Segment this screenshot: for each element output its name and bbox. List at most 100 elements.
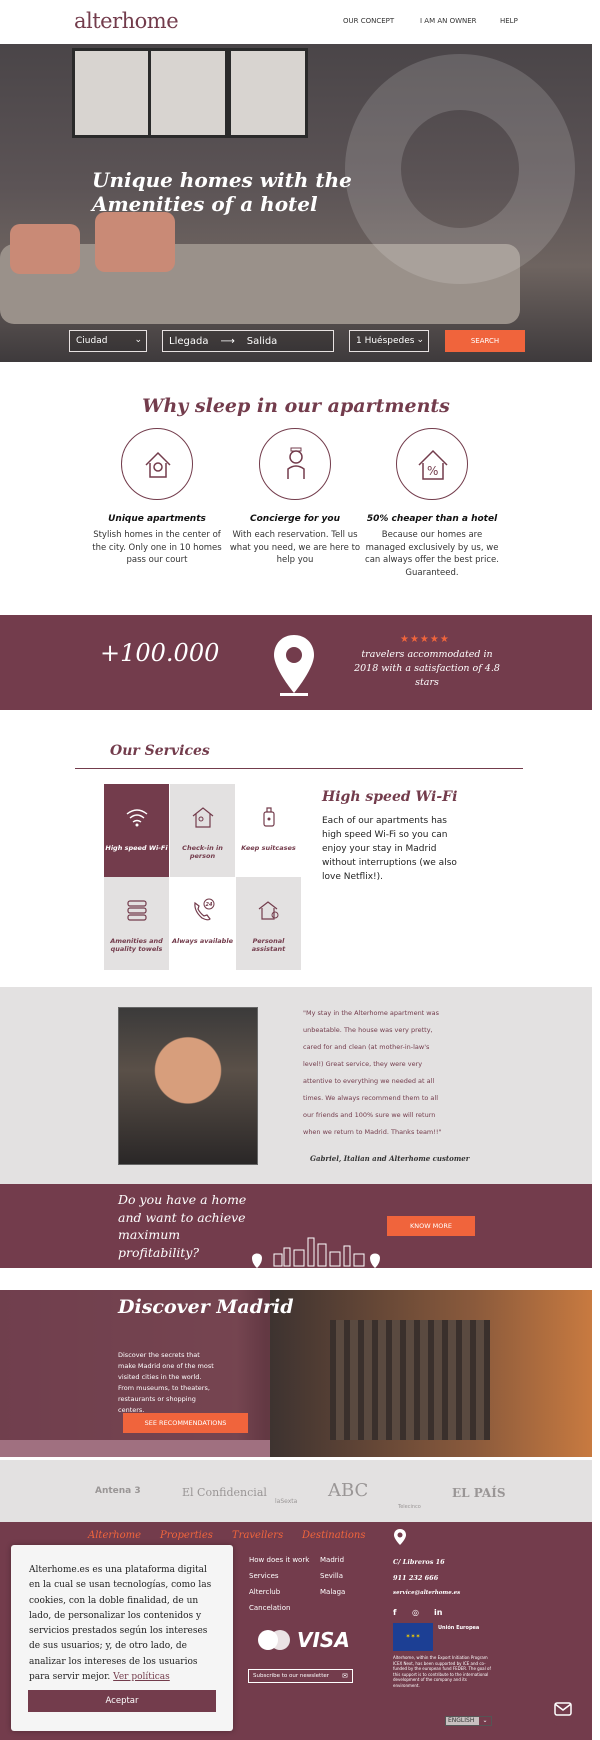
nav-our-concept[interactable]: OUR CONCEPT xyxy=(343,17,394,25)
service-tile-wifi[interactable]: High speed Wi-Fi xyxy=(104,784,169,877)
visa-icon: VISA xyxy=(297,1628,350,1652)
chevron-down-icon: ⌄ xyxy=(416,335,424,345)
feature-title: 50% cheaper than a hotel xyxy=(366,514,498,524)
owner-title: Do you have a home and want to achieve m… xyxy=(118,1192,247,1260)
press-logo: ABC xyxy=(328,1480,369,1501)
mail-icon[interactable]: ✉ xyxy=(342,1672,348,1680)
stats-band: +100.000 ★★★★★ travelers accommodated in… xyxy=(0,615,592,710)
press-logo: laSexta xyxy=(275,1498,298,1505)
guests-select[interactable]: 1 Huéspedes ⌄ xyxy=(349,330,429,352)
service-tile-label: Amenities and quality towels xyxy=(110,937,163,953)
mastercard-icon xyxy=(258,1630,290,1650)
cookie-banner: Alterhome.es es una plataforma digital e… xyxy=(11,1545,233,1731)
svg-text:24: 24 xyxy=(206,902,213,908)
svg-text:%: % xyxy=(427,464,438,478)
footer-phone[interactable]: 911 232 666 xyxy=(393,1574,438,1582)
press-logo: El Confidencial xyxy=(182,1486,267,1499)
location-icon xyxy=(394,1529,406,1545)
newsletter-placeholder: Subscribe to our newsletter xyxy=(253,1673,330,1679)
testimonial-quote: "My stay in the Alterhome apartment was … xyxy=(303,1009,442,1136)
rating-stars: ★★★★★ xyxy=(400,634,450,645)
map-pin-icon xyxy=(274,635,314,696)
hero-title: Unique homes with the Amenities of a hot… xyxy=(92,168,352,216)
service-tile-suitcase[interactable]: Keep suitcases xyxy=(236,784,301,877)
chat-button[interactable] xyxy=(546,1692,580,1726)
cookie-text: Alterhome.es es una plataforma digital e… xyxy=(29,1563,215,1685)
feature-unique: Unique apartments Stylish homes in the c… xyxy=(87,428,227,567)
know-more-button[interactable]: KNOW MORE xyxy=(387,1216,475,1236)
press-logo: Telecinco xyxy=(398,1504,421,1510)
footer-heading[interactable]: Alterhome xyxy=(88,1530,141,1541)
feature-cheaper: % 50% cheaper than a hotel Because our h… xyxy=(362,428,502,579)
nav-owner[interactable]: I AM AN OWNER xyxy=(420,17,477,25)
language-select[interactable]: ENGLISH ⌄ xyxy=(445,1716,492,1726)
language-label: ENGLISH xyxy=(448,1717,475,1724)
hero-section: Unique homes with the Amenities of a hot… xyxy=(0,44,592,362)
testimonial-author: Gabriel, Italian and Alterhome customer xyxy=(310,1154,470,1163)
newsletter-input[interactable]: Subscribe to our newsletter ✉ xyxy=(248,1669,353,1683)
customer-photo xyxy=(118,1007,258,1165)
cookie-body: Alterhome.es es una plataforma digital e… xyxy=(29,1565,212,1683)
checkin-icon xyxy=(192,807,214,828)
wifi-icon xyxy=(126,809,148,827)
service-detail-title: High speed Wi-Fi xyxy=(322,789,458,805)
instagram-icon[interactable]: ◎ xyxy=(412,1608,419,1617)
eu-title: Unión Europea xyxy=(438,1625,480,1631)
pillow-image xyxy=(10,224,80,274)
service-tile-label: Always available xyxy=(172,937,233,945)
footer-heading[interactable]: Properties xyxy=(160,1530,213,1541)
service-tile-checkin[interactable]: Check-in in person xyxy=(170,784,235,877)
footer-email[interactable]: service@alterhome.es xyxy=(393,1590,460,1596)
wall-art xyxy=(72,48,152,138)
discover-title: Discover Madrid xyxy=(118,1296,294,1318)
footer-link[interactable]: How does it work xyxy=(249,1556,309,1564)
city-select[interactable]: Ciudad ⌄ xyxy=(69,330,147,352)
press-logos: Antena 3 El Confidencial laSexta ABC Tel… xyxy=(0,1460,592,1522)
checkin-label: Llegada xyxy=(169,336,209,347)
service-detail-text: Each of our apartments has high speed Wi… xyxy=(322,816,457,882)
suitcase-icon xyxy=(263,807,275,827)
footer-link[interactable]: Alterclub xyxy=(249,1588,280,1596)
date-range-input[interactable]: Llegada ⟶ Salida xyxy=(162,330,334,352)
eu-text: Alterhome, within the Export Initiation … xyxy=(393,1655,491,1688)
divider xyxy=(75,768,523,769)
feature-text: Stylish homes in the center of the city.… xyxy=(92,530,222,565)
footer-link[interactable]: Services xyxy=(249,1572,279,1580)
discover-accent-bar xyxy=(0,1440,270,1457)
search-button[interactable]: SEARCH xyxy=(445,330,525,352)
feature-title: Unique apartments xyxy=(108,514,206,524)
see-recommendations-button[interactable]: SEE RECOMMENDATIONS xyxy=(123,1413,248,1433)
linkedin-icon[interactable]: in xyxy=(434,1608,442,1617)
feature-text: Because our homes are managed exclusivel… xyxy=(365,530,499,578)
nav-help[interactable]: HELP xyxy=(500,17,518,25)
cookie-accept-button[interactable]: Aceptar xyxy=(28,1690,216,1712)
footer-heading[interactable]: Travellers xyxy=(232,1530,283,1541)
travelers-text: travelers accommodated in 2018 with a sa… xyxy=(354,649,500,688)
arrow-right-icon: ⟶ xyxy=(220,336,235,347)
house-pin-icon xyxy=(121,428,193,500)
press-logo: EL PAÍS xyxy=(452,1486,506,1500)
mail-icon xyxy=(554,1702,572,1716)
service-tile-available[interactable]: 24 Always available xyxy=(170,877,235,970)
chevron-down-icon: ⌄ xyxy=(134,335,142,345)
footer-link[interactable]: Cancelation xyxy=(249,1604,290,1612)
footer-heading[interactable]: Destinations xyxy=(302,1530,366,1541)
discover-section: Discover Madrid Discover the secrets tha… xyxy=(0,1290,592,1457)
logo[interactable]: alterhome xyxy=(74,9,179,33)
pin-watermark xyxy=(345,54,575,284)
footer-link[interactable]: Madrid xyxy=(320,1556,344,1564)
service-tile-label: Check-in in person xyxy=(182,844,223,860)
footer-link[interactable]: Malaga xyxy=(320,1588,345,1596)
cookie-policy-link[interactable]: Ver políticas xyxy=(113,1672,170,1682)
guests-label: 1 Huéspedes xyxy=(356,336,415,346)
footer-link[interactable]: Sevilla xyxy=(320,1572,343,1580)
feature-text: With each reservation. Tell us what you … xyxy=(229,530,361,565)
phone-24h-icon: 24 xyxy=(194,898,215,921)
service-tile-towels[interactable]: Amenities and quality towels xyxy=(104,877,169,970)
header: alterhome OUR CONCEPT I AM AN OWNER HELP xyxy=(0,0,592,44)
facebook-icon[interactable]: f xyxy=(393,1608,396,1617)
chevron-down-icon: ⌄ xyxy=(479,1717,491,1725)
service-tile-assistant[interactable]: Personal assistant xyxy=(236,877,301,970)
assistant-icon xyxy=(258,901,279,920)
service-tile-label: Keep suitcases xyxy=(241,844,296,852)
